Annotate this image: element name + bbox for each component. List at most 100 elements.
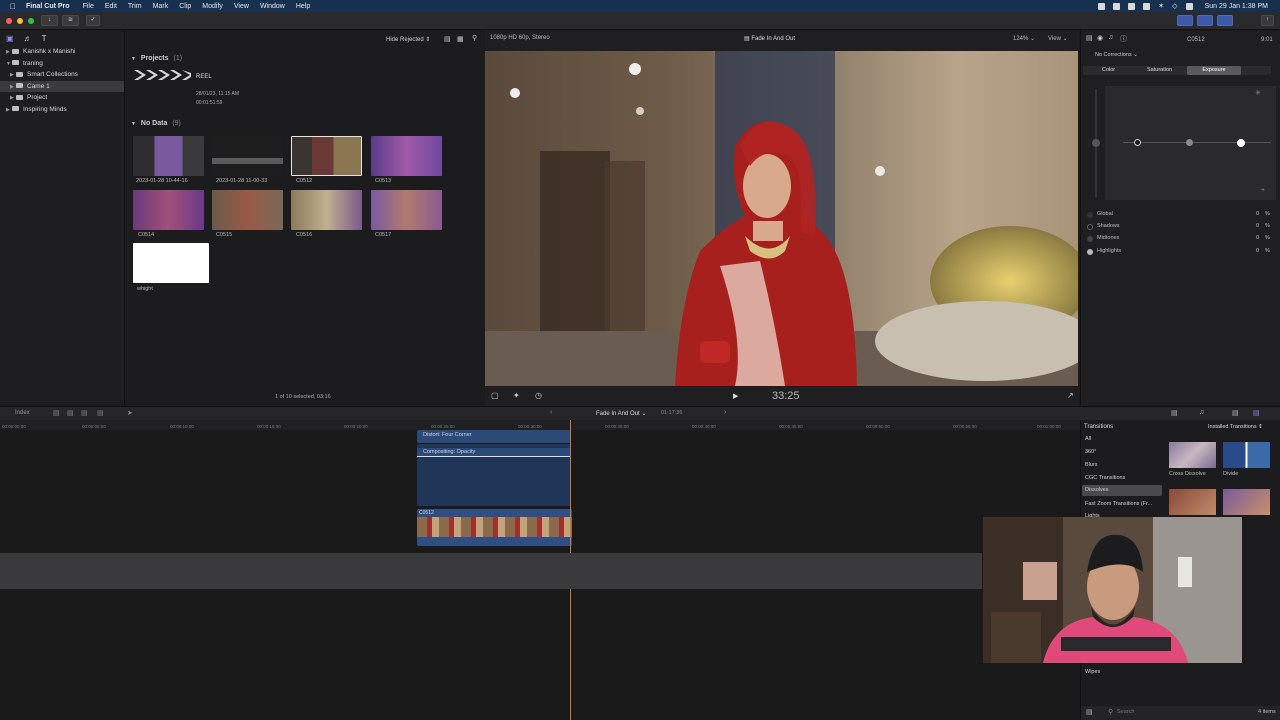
enhance-tool-icon[interactable]: ✦ [513, 391, 520, 400]
color-inspector-icon[interactable]: ◉ [1097, 34, 1103, 42]
transform-tool-icon[interactable]: ▢ [491, 391, 499, 400]
project-name[interactable]: REEL [196, 74, 212, 80]
clip-thumbnail[interactable] [133, 243, 209, 283]
menu-edit[interactable]: Edit [105, 3, 117, 10]
video-inspector-icon[interactable]: ▤ [1086, 34, 1093, 42]
search-icon[interactable]: ⚲ [472, 34, 477, 42]
status-icon-2[interactable] [1113, 2, 1121, 10]
menu-window[interactable]: Window [260, 3, 285, 10]
library-item[interactable]: ▶ Kanishk x Manishi [0, 46, 124, 58]
exposure-row-midtones[interactable]: Midtones 0 % [1087, 233, 1275, 245]
transition-category[interactable]: All [1085, 436, 1091, 442]
effects-browser-icon[interactable]: ▤ [1232, 409, 1239, 417]
shadows-puck[interactable] [1134, 139, 1141, 146]
exposure-row-highlights[interactable]: Highlights 0 % [1087, 246, 1275, 258]
layout-browser-button[interactable] [1177, 15, 1193, 26]
nodata-section-header[interactable]: ▼ No Data (9) [131, 120, 181, 127]
play-button[interactable]: ▶ [733, 392, 738, 400]
row-value[interactable]: 0 [1256, 211, 1259, 217]
browser-settings-icon[interactable]: ▦ [457, 35, 464, 43]
select-tool-icon[interactable]: ➤ [127, 409, 133, 417]
reset-icon[interactable]: + [1261, 187, 1265, 194]
highlights-puck[interactable] [1237, 139, 1245, 147]
status-icon-1[interactable] [1098, 2, 1106, 10]
bluetooth-icon[interactable]: ✶ [1158, 2, 1164, 10]
transition-category[interactable]: CGC Transitions [1085, 475, 1125, 481]
exposure-board[interactable]: ✳ + [1105, 86, 1276, 200]
background-tasks-button[interactable]: ✓ [86, 15, 100, 26]
clip-thumbnail[interactable] [133, 190, 204, 230]
menu-view[interactable]: View [234, 3, 249, 10]
menu-file[interactable]: File [83, 3, 94, 10]
clip-thumbnail[interactable] [133, 136, 204, 176]
transition-thumbnail[interactable] [1169, 489, 1216, 515]
minimize-window-button[interactable] [17, 18, 23, 24]
zoom-level[interactable]: 124% ⌄ [1013, 35, 1035, 42]
clip-thumbnail[interactable] [371, 190, 442, 230]
status-icon-3[interactable] [1128, 2, 1136, 10]
menu-trim[interactable]: Trim [128, 3, 142, 10]
fullscreen-icon[interactable]: ↗ [1067, 391, 1074, 400]
library-item-event[interactable]: ▶ Came 1 [0, 80, 124, 92]
overwrite-clip-icon[interactable]: ▤ [97, 409, 104, 417]
library-item[interactable]: ▶ Inspiring Minds [0, 104, 124, 116]
transition-category-selected[interactable]: Dissolves [1082, 485, 1162, 496]
wifi-icon[interactable]: ◇ [1172, 2, 1177, 10]
projects-section-header[interactable]: ▼ Projects (1) [131, 55, 182, 62]
transition-category[interactable]: Blurs [1085, 462, 1098, 468]
transition-category[interactable]: Fast Zoom Transitions (Fr... [1085, 501, 1152, 507]
transition-category[interactable]: Wipes [1085, 669, 1100, 675]
insert-clip-icon[interactable]: ▤ [67, 409, 74, 417]
info-inspector-icon[interactable]: ⓘ [1120, 34, 1127, 44]
library-item-event[interactable]: ▶ Project [0, 92, 124, 104]
exposure-row-global[interactable]: Global 0 % [1087, 209, 1275, 221]
global-puck[interactable] [1092, 139, 1100, 147]
menu-modify[interactable]: Modify [202, 3, 223, 10]
library-item-smart-collections[interactable]: ▶ Smart Collections [0, 69, 124, 81]
headphones-icon[interactable]: ♫ [1199, 409, 1204, 416]
clip-thumbnail[interactable] [212, 190, 283, 230]
speed-tool-icon[interactable]: ◷ [535, 391, 542, 400]
status-icon-4[interactable] [1143, 2, 1151, 10]
layout-inspector-button[interactable] [1217, 15, 1233, 26]
control-center-icon[interactable] [1185, 2, 1193, 10]
clip-thumbnail[interactable] [371, 136, 442, 176]
library-item[interactable]: ▼ traning [0, 58, 124, 70]
append-clip-icon[interactable]: ▤ [81, 409, 88, 417]
transition-thumbnail[interactable] [1223, 442, 1270, 468]
transition-thumbnail[interactable] [1169, 442, 1216, 468]
row-value[interactable]: 0 [1256, 235, 1259, 241]
clock[interactable]: Sun 29 Jan 1:38 PM [1205, 3, 1268, 10]
midtones-puck[interactable] [1186, 139, 1193, 146]
clip-thumbnail[interactable] [212, 136, 283, 176]
tab-color[interactable]: Color [1102, 67, 1115, 73]
timeline-ruler[interactable]: 00:00:00:00 00:00:05:00 00:00:10:00 00:0… [0, 420, 1080, 430]
opacity-line[interactable] [417, 456, 571, 457]
filmstrip-view-icon[interactable]: ▤ [444, 35, 451, 43]
titles-icon[interactable]: T [42, 34, 47, 43]
share-button[interactable]: ↑ [1261, 15, 1274, 26]
timeline-index-button[interactable]: Index [15, 410, 30, 416]
row-value[interactable]: 0 [1256, 248, 1259, 254]
app-menu[interactable]: Final Cut Pro [26, 3, 70, 10]
video-clip[interactable]: C0512 [417, 509, 572, 546]
tab-exposure[interactable]: Exposure [1187, 66, 1241, 75]
clip-thumbnail[interactable] [291, 190, 362, 230]
transitions-search-input[interactable]: Search [1117, 709, 1134, 715]
zoom-window-button[interactable] [28, 18, 34, 24]
keyword-button[interactable]: ≅ [62, 15, 79, 26]
transition-thumbnail[interactable] [1223, 489, 1270, 515]
row-value[interactable]: 0 [1256, 223, 1259, 229]
menu-clip[interactable]: Clip [179, 3, 191, 10]
tab-saturation[interactable]: Saturation [1147, 67, 1172, 73]
import-button[interactable]: ↓ [41, 15, 58, 26]
sidebar-toggle-icon[interactable]: ▤ [1086, 708, 1093, 716]
exposure-row-shadows[interactable]: Shadows 0 % [1087, 221, 1275, 233]
timeline-back-icon[interactable]: ‹ [550, 409, 552, 416]
browser-filter[interactable]: Hide Rejected ⇕ [386, 36, 430, 43]
project-thumbnail[interactable] [134, 70, 191, 80]
connect-clip-icon[interactable]: ▤ [53, 409, 60, 417]
installed-transitions-dropdown[interactable]: Installed Transitions ⇕ [1208, 424, 1263, 430]
close-window-button[interactable] [6, 18, 12, 24]
title-clip[interactable]: Distort: Four Corner [417, 430, 571, 443]
